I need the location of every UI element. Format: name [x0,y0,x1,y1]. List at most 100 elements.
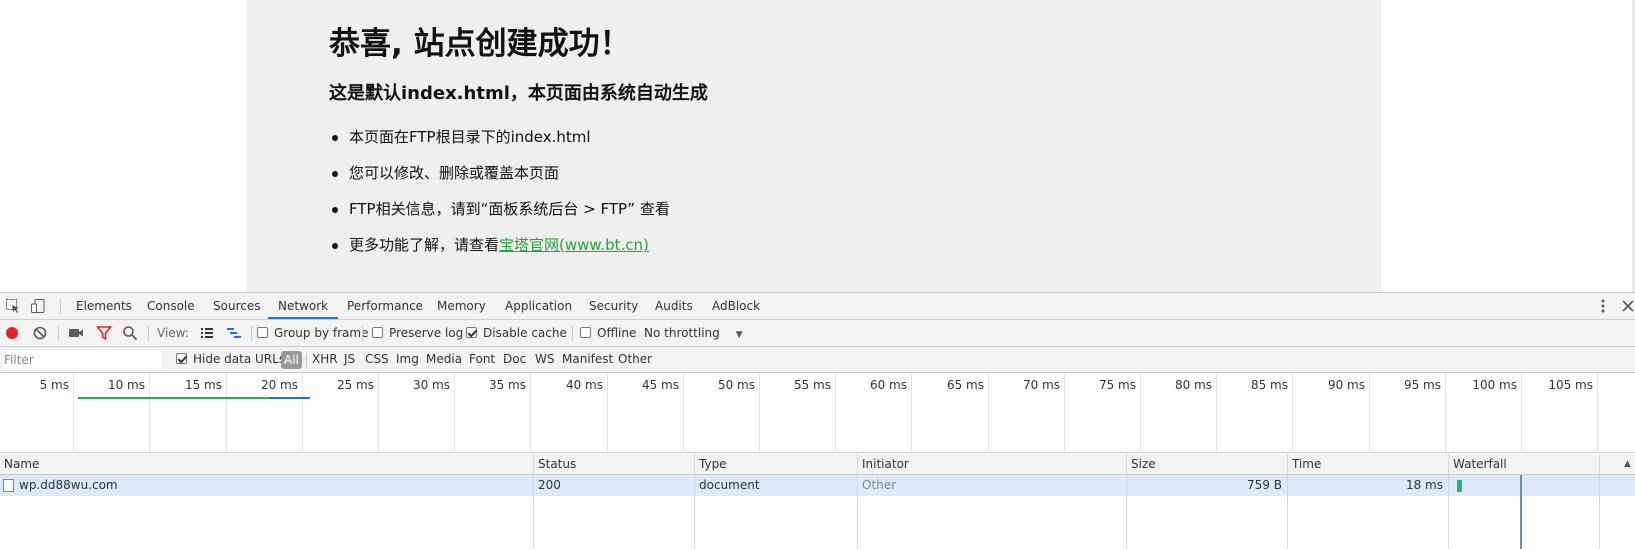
column-divider[interactable] [694,454,695,549]
group-by-frame-checkbox[interactable]: Group by frame [257,320,368,346]
overview-tick-label: 105 ms [1548,378,1593,392]
type-filter-js[interactable]: JS [344,347,355,372]
overview-tick-label: 20 ms [260,378,298,392]
overview-tick-label: 15 ms [184,378,222,392]
clear-icon[interactable] [32,325,48,341]
column-header-time[interactable]: Time [1288,454,1321,475]
list-item: FTP相关信息，请到“面板系统后台 > FTP” 查看 [329,197,670,233]
tab-adblock[interactable]: AdBlock [712,293,760,319]
toolbar-divider [362,326,363,341]
throttling-select[interactable]: No throttling ▼ [644,320,743,346]
column-divider[interactable] [1287,454,1288,549]
toolbar-divider [306,353,307,368]
column-header-waterfall[interactable]: Waterfall [1449,454,1507,475]
large-request-rows-icon[interactable] [199,325,215,341]
record-icon[interactable] [4,325,20,341]
overview-tick-label: 40 ms [565,378,603,392]
overview-tick-label: 10 ms [107,378,145,392]
column-header-initiator[interactable]: Initiator [858,454,909,475]
tab-performance[interactable]: Performance [347,293,423,319]
overview-tick-label: 35 ms [488,378,526,392]
inspect-element-icon[interactable] [5,298,21,314]
list-item: 您可以修改、删除或覆盖本页面 [329,161,670,197]
offline-checkbox[interactable]: Offline [580,320,636,346]
overview-tick-label: 45 ms [641,378,679,392]
type-filter-ws[interactable]: WS [535,347,554,372]
checkbox-checked-icon [466,327,477,338]
overview-tick-label: 50 ms [717,378,755,392]
disable-cache-checkbox[interactable]: Disable cache [466,320,567,346]
cell-status: 200 [538,478,561,492]
overview-tick-label: 80 ms [1174,378,1212,392]
column-header-type[interactable]: Type [695,454,727,475]
network-toolbar: View: Group by frame Preserve log Disabl… [0,320,1635,347]
overview-gridline [911,373,912,453]
type-filter-media[interactable]: Media [426,347,462,372]
toolbar-divider [251,326,252,341]
more-options-icon[interactable] [1595,298,1611,314]
toolbar-divider [148,326,149,341]
tab-elements[interactable]: Elements [76,293,132,319]
checkbox-icon [580,327,591,338]
overview-tick-label: 65 ms [946,378,984,392]
tab-security[interactable]: Security [589,293,638,319]
tab-memory[interactable]: Memory [437,293,486,319]
search-icon[interactable] [122,325,138,341]
waterfall-bar [1457,480,1462,492]
list-item: 更多功能了解，请查看宝塔官网(www.bt.cn) [329,233,670,269]
page-title: 恭喜, 站点创建成功！ [329,26,631,62]
checkbox-icon [257,327,268,338]
overview-tick-label: 60 ms [869,378,907,392]
offline-label: Offline [597,326,637,340]
throttling-value: No throttling [644,326,720,340]
list-item-text: 更多功能了解，请查看 [349,236,500,254]
column-divider[interactable] [1126,454,1127,549]
type-filter-all[interactable]: All [281,351,302,369]
overview-gridline [1140,373,1141,453]
type-filter-img[interactable]: Img [396,347,419,372]
tab-sources[interactable]: Sources [213,293,260,319]
type-filter-doc[interactable]: Doc [503,347,526,372]
capture-screenshots-icon[interactable] [68,325,84,341]
network-overview-timeline[interactable]: 5 ms 10 ms 15 ms 20 ms 25 ms 30 ms 35 ms 40 ms 4… [0,373,1635,453]
overview-gridline [454,373,455,453]
hide-data-urls-label: Hide data URLs [193,352,286,366]
column-header-size[interactable]: Size [1127,454,1156,475]
column-header-name[interactable]: Name [0,454,39,475]
column-divider[interactable] [533,454,534,549]
preserve-log-label: Preserve log [389,326,464,340]
sort-arrow-icon: ▲ [1624,459,1631,469]
type-filter-font[interactable]: Font [469,347,495,372]
column-header-status[interactable]: Status [534,454,576,475]
filter-input[interactable] [2,351,162,369]
device-toolbar-icon[interactable] [30,298,46,314]
column-divider[interactable] [1448,454,1449,549]
close-icon[interactable] [1620,298,1635,314]
overview-tick-label: 30 ms [412,378,450,392]
dropdown-arrow-icon: ▼ [735,330,743,340]
tab-network[interactable]: Network [268,293,339,319]
overview-gridline [1369,373,1370,453]
type-filter-manifest[interactable]: Manifest [562,347,613,372]
bt-official-link[interactable]: 宝塔官网(www.bt.cn) [499,236,649,254]
tab-audits[interactable]: Audits [655,293,693,319]
overview-tick-label: 25 ms [336,378,374,392]
overview-gridline [1521,373,1522,453]
table-row[interactable]: wp.dd88wu.com 200 document Other 759 B 1… [0,475,1635,496]
show-overview-icon[interactable] [226,325,242,341]
overview-tick-label: 95 ms [1403,378,1441,392]
toolbar-divider [60,299,61,314]
disable-cache-label: Disable cache [483,326,567,340]
tab-console[interactable]: Console [147,293,195,319]
overview-tick-label: 55 ms [793,378,831,392]
preserve-log-checkbox[interactable]: Preserve log [372,320,463,346]
tab-application[interactable]: Application [505,293,572,319]
hide-data-urls-checkbox[interactable]: Hide data URLs [176,347,285,372]
type-filter-xhr[interactable]: XHR [312,347,338,372]
filter-icon[interactable] [95,325,113,341]
column-divider[interactable] [857,454,858,549]
overview-gridline [1445,373,1446,453]
overview-tick-label: 85 ms [1250,378,1288,392]
type-filter-css[interactable]: CSS [365,347,389,372]
type-filter-other[interactable]: Other [618,347,652,372]
